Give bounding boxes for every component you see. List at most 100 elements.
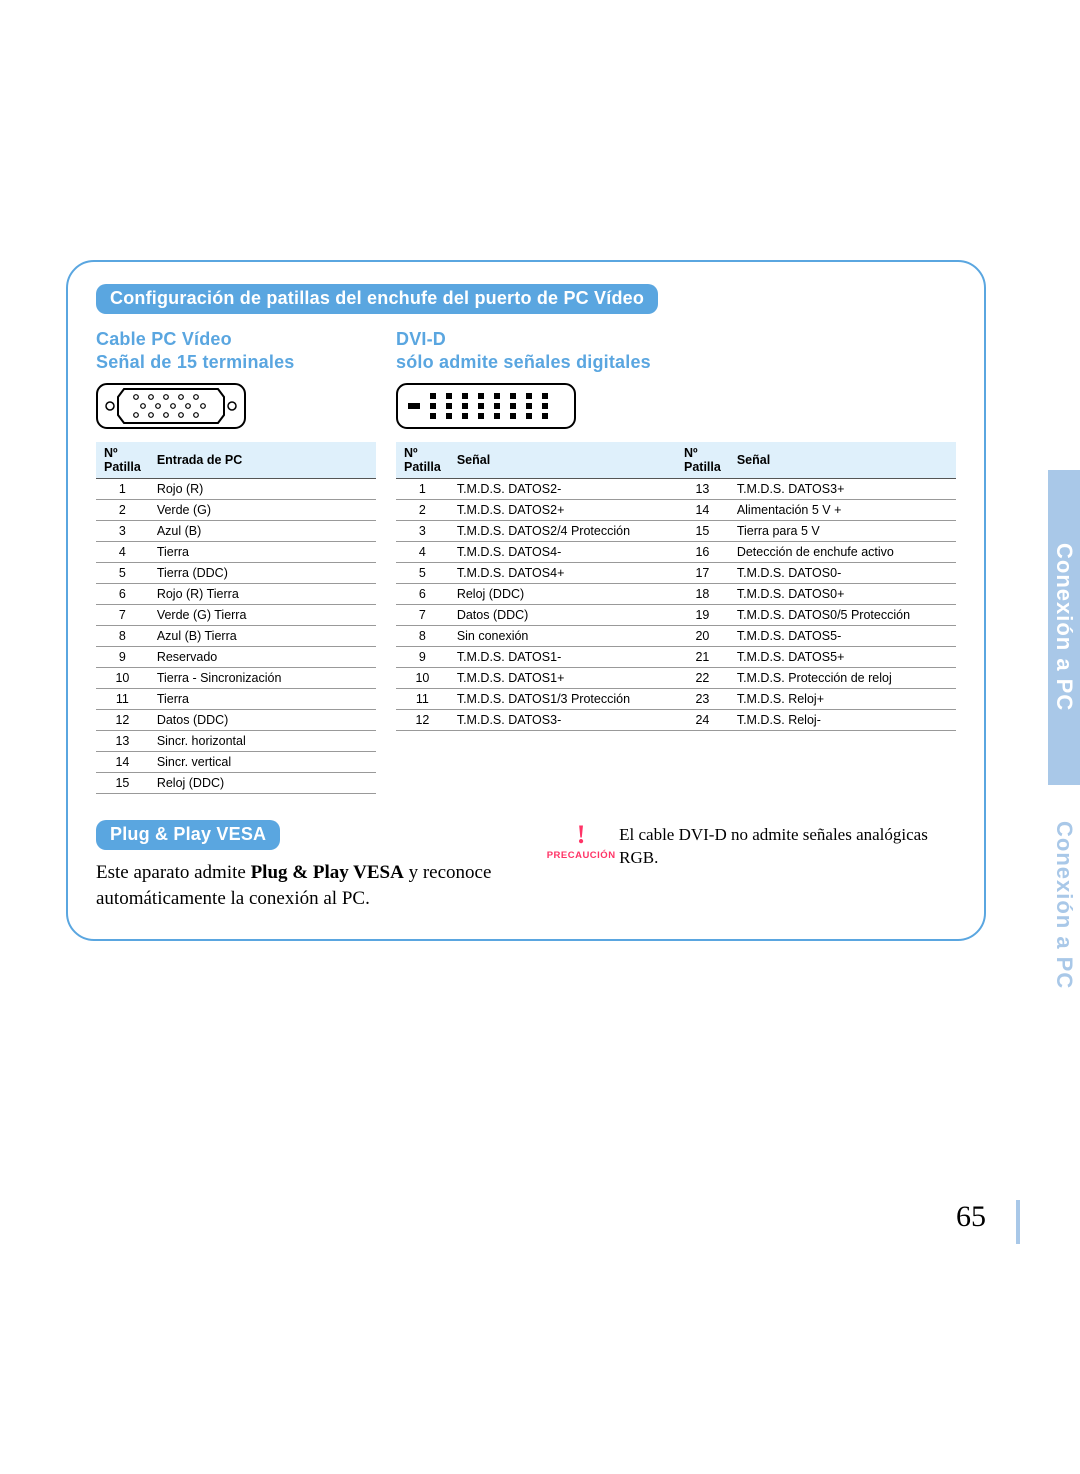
table-row: 12T.M.D.S. DATOS3- — [396, 710, 676, 731]
pin-signal: Azul (B) — [149, 521, 376, 542]
pin-signal: Datos (DDC) — [449, 605, 676, 626]
pin-number: 8 — [96, 626, 149, 647]
pin-number: 9 — [96, 647, 149, 668]
table-row: 20T.M.D.S. DATOS5- — [676, 626, 956, 647]
pin-number: 9 — [396, 647, 449, 668]
pin-signal: T.M.D.S. DATOS1/3 Protección — [449, 689, 676, 710]
pin-number: 5 — [396, 563, 449, 584]
table-row: 10T.M.D.S. DATOS1+ — [396, 668, 676, 689]
pin-number: 7 — [96, 605, 149, 626]
pin-number: 4 — [396, 542, 449, 563]
pin-signal: Alimentación 5 V + — [729, 500, 956, 521]
pin-signal: Tierra (DDC) — [149, 563, 376, 584]
pin-number: 11 — [96, 689, 149, 710]
pin-number: 12 — [96, 710, 149, 731]
dvi-column: DVI-D sólo admite señales digitales — [396, 328, 956, 794]
caution-text: El cable DVI-D no admite señales analógi… — [619, 824, 956, 870]
page-number-accent — [1016, 1200, 1020, 1244]
table-row: 19T.M.D.S. DATOS0/5 Protección — [676, 605, 956, 626]
table-row: 9Reservado — [96, 647, 376, 668]
vesa-text-bold: Plug & Play VESA — [251, 862, 404, 883]
table-row: 14Sincr. vertical — [96, 752, 376, 773]
pin-number: 6 — [396, 584, 449, 605]
pin-number: 14 — [96, 752, 149, 773]
pin-number: 1 — [96, 479, 149, 500]
table-row: 21T.M.D.S. DATOS5+ — [676, 647, 956, 668]
pin-number: 11 — [396, 689, 449, 710]
vga-title-line2: Señal de 15 terminales — [96, 352, 295, 372]
pin-signal: Sin conexión — [449, 626, 676, 647]
pin-number: 4 — [96, 542, 149, 563]
pin-signal: T.M.D.S. DATOS1+ — [449, 668, 676, 689]
vga-title: Cable PC Vídeo Señal de 15 terminales — [96, 328, 376, 373]
dvi-th-sig2: Señal — [729, 442, 956, 479]
pin-number: 22 — [676, 668, 729, 689]
pin-number: 1 — [396, 479, 449, 500]
vesa-left: Plug & Play VESA Este aparato admite Plu… — [96, 820, 521, 911]
vga-th-sig: Entrada de PC — [149, 442, 376, 479]
pin-signal: T.M.D.S. DATOS2+ — [449, 500, 676, 521]
pin-signal: T.M.D.S. DATOS4- — [449, 542, 676, 563]
table-row: 13Sincr. horizontal — [96, 731, 376, 752]
caution-block: ! PRECAUCIÓN El cable DVI-D no admite se… — [551, 824, 956, 911]
vga-title-line1: Cable PC Vídeo — [96, 329, 232, 349]
table-row: 5T.M.D.S. DATOS4+ — [396, 563, 676, 584]
pin-signal: Verde (G) — [149, 500, 376, 521]
pin-signal: T.M.D.S. DATOS3- — [449, 710, 676, 731]
table-row: 10Tierra - Sincronización — [96, 668, 376, 689]
caution-icon: ! PRECAUCIÓN — [551, 822, 611, 861]
pin-signal: T.M.D.S. DATOS3+ — [729, 479, 956, 500]
table-row: 15Tierra para 5 V — [676, 521, 956, 542]
vesa-text: Este aparato admite Plug & Play VESA y r… — [96, 860, 521, 911]
vga-th-pin: Nº Patilla — [96, 442, 149, 479]
pin-number: 13 — [96, 731, 149, 752]
dvi-th-pin: Nº Patilla — [396, 442, 449, 479]
dvi-title: DVI-D sólo admite señales digitales — [396, 328, 956, 373]
pin-signal: T.M.D.S. DATOS0+ — [729, 584, 956, 605]
table-row: 17T.M.D.S. DATOS0- — [676, 563, 956, 584]
table-row: 8Sin conexión — [396, 626, 676, 647]
vesa-pill: Plug & Play VESA — [96, 820, 280, 850]
table-row: 11T.M.D.S. DATOS1/3 Protección — [396, 689, 676, 710]
pin-signal: T.M.D.S. Reloj- — [729, 710, 956, 731]
page-number: 65 — [956, 1200, 986, 1234]
table-row: 24T.M.D.S. Reloj- — [676, 710, 956, 731]
pin-signal: Sincr. horizontal — [149, 731, 376, 752]
pin-number: 10 — [396, 668, 449, 689]
pin-number: 13 — [676, 479, 729, 500]
side-index-tab: Conexión a PC Conexión a PC — [1048, 470, 1080, 1050]
pin-number: 5 — [96, 563, 149, 584]
table-row: 9T.M.D.S. DATOS1- — [396, 647, 676, 668]
pin-number: 23 — [676, 689, 729, 710]
pin-number: 8 — [396, 626, 449, 647]
table-row: 12Datos (DDC) — [96, 710, 376, 731]
pin-signal: T.M.D.S. DATOS5- — [729, 626, 956, 647]
table-row: 7Datos (DDC) — [396, 605, 676, 626]
vga-column: Cable PC Vídeo Señal de 15 terminales — [96, 328, 376, 794]
dvi-connector-icon — [396, 383, 956, 434]
table-row: 2T.M.D.S. DATOS2+ — [396, 500, 676, 521]
pin-signal: Reservado — [149, 647, 376, 668]
pin-number: 17 — [676, 563, 729, 584]
pin-number: 14 — [676, 500, 729, 521]
exclamation-icon: ! — [577, 822, 586, 848]
dvi-th-pin2: Nº Patilla — [676, 442, 729, 479]
table-row: 4T.M.D.S. DATOS4- — [396, 542, 676, 563]
table-row: 2Verde (G) — [96, 500, 376, 521]
pin-signal: Datos (DDC) — [149, 710, 376, 731]
pin-number: 21 — [676, 647, 729, 668]
pin-number: 19 — [676, 605, 729, 626]
pin-signal: T.M.D.S. DATOS2- — [449, 479, 676, 500]
table-row: 3Azul (B) — [96, 521, 376, 542]
table-row: 3T.M.D.S. DATOS2/4 Protección — [396, 521, 676, 542]
pin-number: 7 — [396, 605, 449, 626]
pin-signal: T.M.D.S. Protección de reloj — [729, 668, 956, 689]
pin-signal: Reloj (DDC) — [449, 584, 676, 605]
pin-signal: Rojo (R) Tierra — [149, 584, 376, 605]
vga-connector-icon — [96, 383, 376, 434]
pin-number: 16 — [676, 542, 729, 563]
section-header-pill: Configuración de patillas del enchufe de… — [96, 284, 658, 314]
side-tab-inactive-label: Conexión a PC — [1051, 821, 1077, 989]
table-row: 22T.M.D.S. Protección de reloj — [676, 668, 956, 689]
pin-signal: T.M.D.S. DATOS5+ — [729, 647, 956, 668]
